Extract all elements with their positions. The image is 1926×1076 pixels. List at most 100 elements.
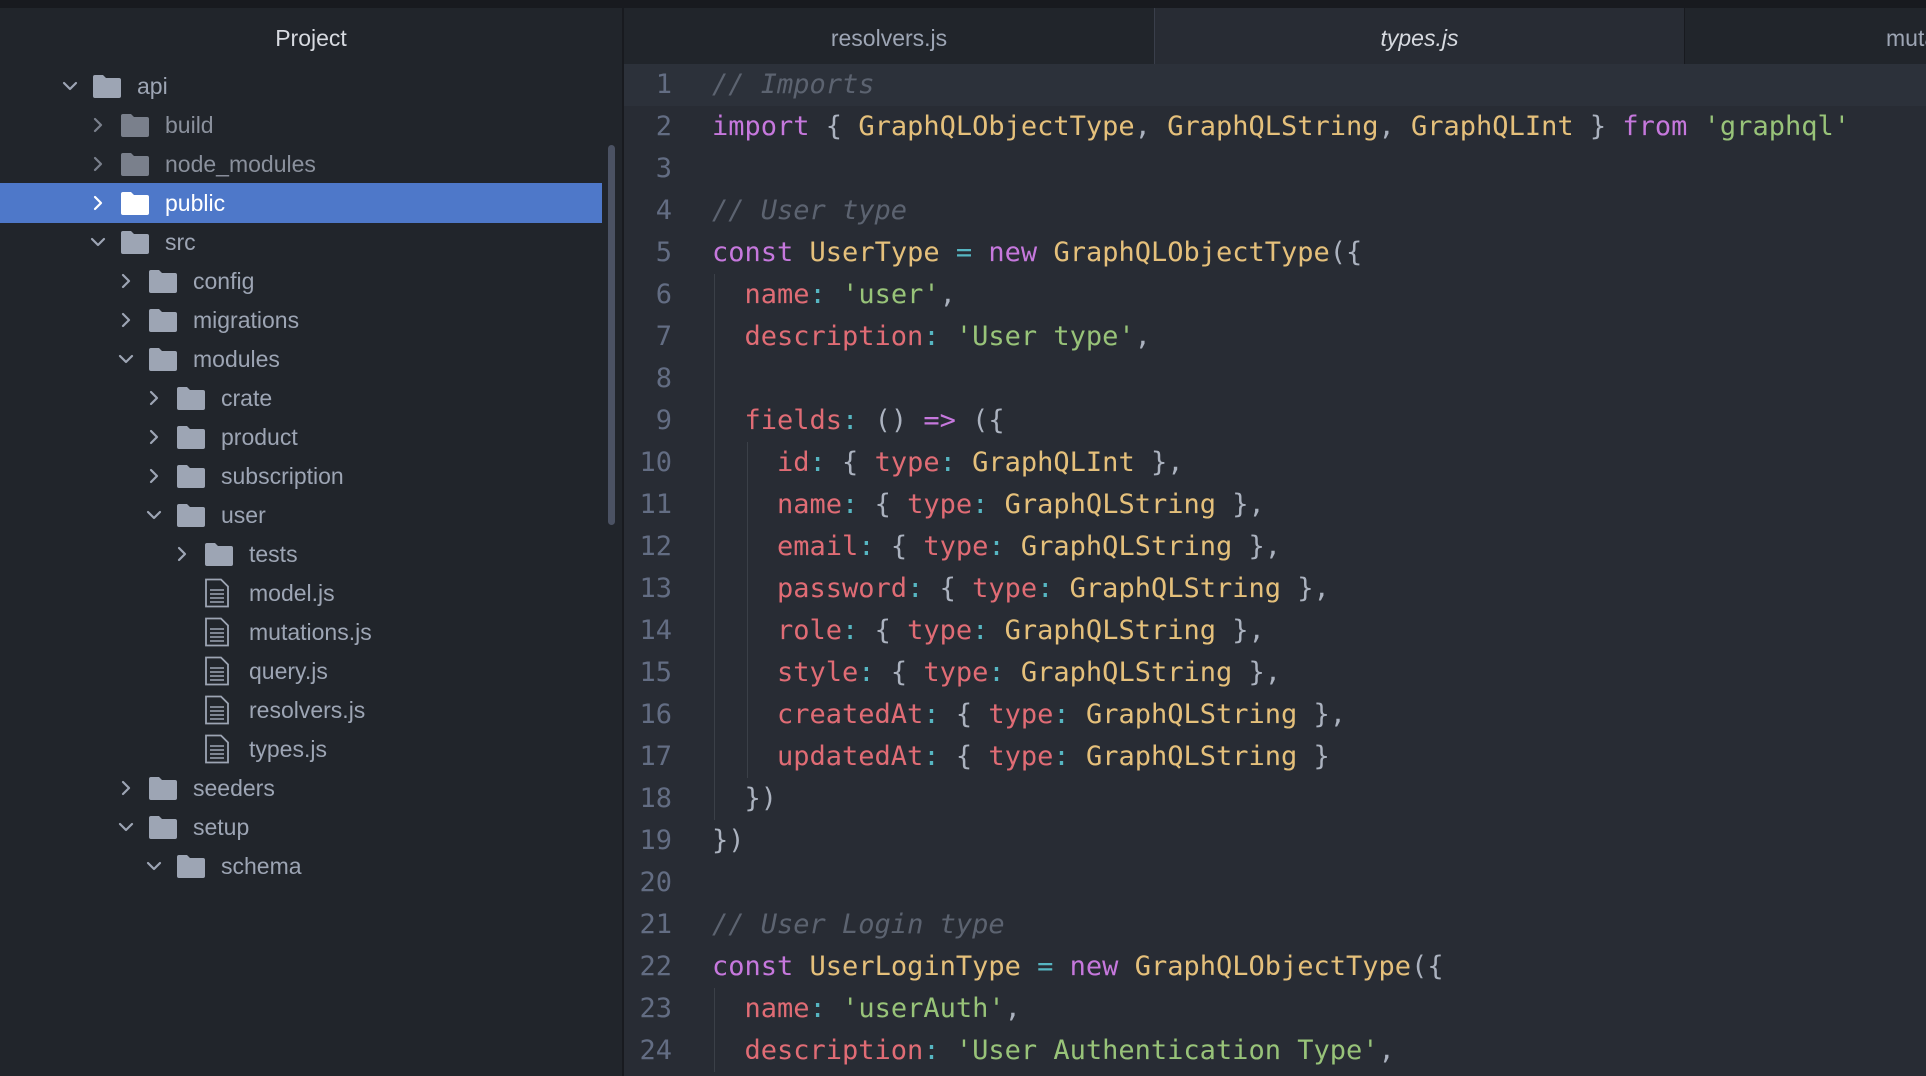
- code-token: :: [842, 615, 859, 646]
- code-token: UserLoginType: [809, 951, 1021, 982]
- line-source: // Imports: [712, 64, 875, 106]
- code-token: // User type: [712, 195, 908, 226]
- tree-item-mutations-js[interactable]: mutations.js: [0, 612, 602, 652]
- indent-guide: [714, 484, 715, 526]
- file-icon: [204, 695, 230, 725]
- tree-item-src[interactable]: src: [0, 222, 602, 262]
- line-number: 17: [639, 741, 672, 772]
- file-icon: [204, 734, 230, 764]
- tree-item-label: user: [221, 501, 266, 528]
- chevron-right-icon[interactable]: [170, 542, 194, 566]
- code-token: :: [809, 279, 826, 310]
- tree-item-product[interactable]: product: [0, 417, 602, 457]
- folder-icon: [120, 151, 150, 177]
- indent-guide: [714, 274, 715, 316]
- code-line: 22 const UserLoginType = new GraphQLObjec…: [624, 946, 1926, 988]
- tree-item-schema[interactable]: schema: [0, 846, 602, 886]
- folder-icon: [148, 775, 178, 801]
- tree-item-public[interactable]: public: [0, 183, 602, 223]
- chevron-down-icon[interactable]: [58, 74, 82, 98]
- line-source: description: 'User type',: [745, 316, 1151, 358]
- chevron-right-icon[interactable]: [142, 425, 166, 449]
- line-source: import { GraphQLObjectType, GraphQLStrin…: [712, 106, 1850, 148]
- code-token: {: [825, 447, 875, 478]
- code-token: // Imports: [712, 69, 875, 100]
- tree-item-build[interactable]: build: [0, 105, 602, 145]
- indent-guide: [714, 778, 715, 820]
- code-area[interactable]: 1 // Imports 2 import { GraphQLObjectType, …: [624, 64, 1926, 1076]
- file-icon: [204, 656, 230, 686]
- tree-item-setup[interactable]: setup: [0, 807, 602, 847]
- chevron-right-icon[interactable]: [86, 191, 110, 215]
- chevron-right-icon[interactable]: [86, 152, 110, 176]
- code-line: 18}): [624, 778, 1926, 820]
- tab-resolvers-js[interactable]: resolvers.js: [624, 8, 1155, 68]
- chevron-right-icon[interactable]: [114, 776, 138, 800]
- code-token: :: [842, 489, 859, 520]
- chevron-down-icon[interactable]: [142, 503, 166, 527]
- tree-item-crate[interactable]: crate: [0, 378, 602, 418]
- folder-icon: [92, 73, 122, 99]
- tree-item-modules[interactable]: modules: [0, 339, 602, 379]
- indent-guide: [714, 694, 715, 736]
- tree-item-user[interactable]: user: [0, 495, 602, 535]
- line-source: // User Login type: [712, 904, 1005, 946]
- chevron-right-icon[interactable]: [114, 269, 138, 293]
- indent-guide: [746, 652, 748, 694]
- line-source: createdAt: { type: GraphQLString },: [777, 694, 1346, 736]
- tree-item-seeders[interactable]: seeders: [0, 768, 602, 808]
- line-number: 12: [639, 531, 672, 562]
- code-line: 8: [624, 358, 1926, 400]
- tree-item-config[interactable]: config: [0, 261, 602, 301]
- chevron-down-icon[interactable]: [114, 347, 138, 371]
- code-token: type: [907, 489, 973, 520]
- tab-types-js[interactable]: types.js: [1154, 8, 1685, 69]
- tree-item-resolvers-js[interactable]: resolvers.js: [0, 690, 602, 730]
- chevron-down-icon[interactable]: [114, 815, 138, 839]
- code-token: },: [1215, 615, 1265, 646]
- folder-icon: [204, 541, 234, 567]
- sidebar-scrollbar[interactable]: [608, 145, 615, 525]
- tree-item-node-modules[interactable]: node_modules: [0, 144, 602, 184]
- chevron-down-icon[interactable]: [142, 854, 166, 878]
- indent-guide: [714, 1030, 715, 1072]
- code-line: 16 createdAt: { type: GraphQLString },: [624, 694, 1926, 736]
- code-token: ,: [1004, 993, 1021, 1024]
- chevron-right-icon[interactable]: [86, 113, 110, 137]
- line-number: 11: [639, 489, 672, 520]
- tree-item-migrations[interactable]: migrations: [0, 300, 602, 340]
- code-token: }): [744, 783, 778, 814]
- tree-item-tests[interactable]: tests: [0, 534, 602, 574]
- tab-mutations-js[interactable]: muta: [1684, 8, 1926, 68]
- code-token: ,: [1134, 321, 1151, 352]
- line-number: 4: [655, 195, 672, 226]
- code-token: fields: [744, 405, 843, 436]
- tree-item-label: mutations.js: [249, 618, 372, 645]
- line-number: 23: [639, 993, 672, 1024]
- tree-item-query-js[interactable]: query.js: [0, 651, 602, 691]
- line-source: style: { type: GraphQLString },: [777, 652, 1281, 694]
- tree-item-subscription[interactable]: subscription: [0, 456, 602, 496]
- code-token: name: [777, 489, 843, 520]
- tree-item-types-js[interactable]: types.js: [0, 729, 602, 769]
- code-token: :: [1053, 741, 1070, 772]
- chevron-right-icon[interactable]: [114, 308, 138, 332]
- code-token: createdAt: [777, 699, 924, 730]
- chevron-right-icon[interactable]: [142, 464, 166, 488]
- code-token: :: [923, 321, 940, 352]
- chevron-right-icon[interactable]: [142, 386, 166, 410]
- tree-item-api[interactable]: api: [0, 66, 602, 106]
- chevron-down-icon[interactable]: [86, 230, 110, 254]
- indent-guide: [714, 652, 715, 694]
- folder-icon: [120, 190, 150, 216]
- folder-icon: [148, 268, 178, 294]
- line-source: // User type: [712, 190, 907, 232]
- code-token: ,: [1378, 1035, 1395, 1066]
- tree-item-label: schema: [221, 852, 302, 879]
- tree-item-model-js[interactable]: model.js: [0, 573, 602, 613]
- line-source: }): [745, 778, 778, 820]
